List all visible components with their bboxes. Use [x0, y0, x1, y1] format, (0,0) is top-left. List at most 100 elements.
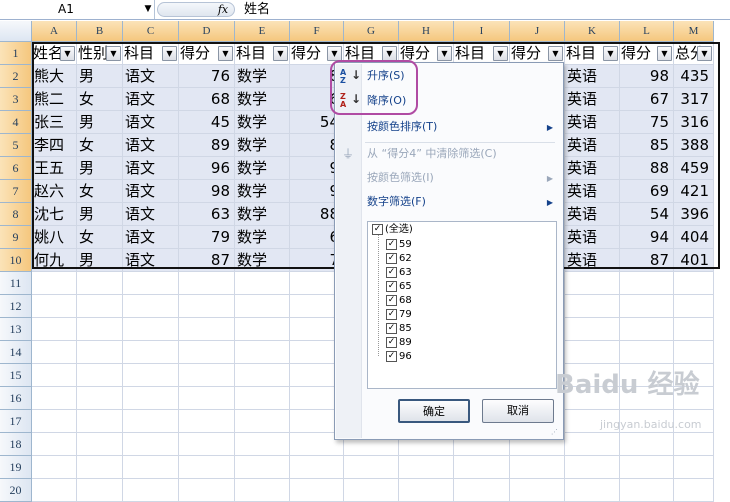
- empty-cell[interactable]: [77, 318, 123, 341]
- table-cell[interactable]: 88: [620, 157, 674, 180]
- table-cell[interactable]: 数学: [235, 157, 290, 180]
- table-cell[interactable]: 401: [674, 249, 714, 272]
- table-cell[interactable]: 数学: [235, 65, 290, 88]
- table-cell[interactable]: 女: [77, 226, 123, 249]
- empty-cell[interactable]: [620, 456, 674, 479]
- empty-cell[interactable]: [123, 272, 179, 295]
- empty-cell[interactable]: [235, 341, 290, 364]
- empty-cell[interactable]: [674, 295, 714, 318]
- filter-dropdown-icon[interactable]: ▼: [548, 46, 563, 61]
- column-header-h[interactable]: H: [399, 21, 454, 42]
- table-cell[interactable]: 数学: [235, 180, 290, 203]
- empty-cell[interactable]: [77, 433, 123, 456]
- empty-cell[interactable]: [179, 341, 235, 364]
- empty-cell[interactable]: [77, 295, 123, 318]
- table-cell[interactable]: 54: [620, 203, 674, 226]
- empty-cell[interactable]: [674, 479, 714, 502]
- table-cell[interactable]: 96: [179, 157, 235, 180]
- value-checkbox-row[interactable]: ✓ 85: [386, 322, 412, 336]
- table-cell[interactable]: 英语: [565, 134, 620, 157]
- empty-cell[interactable]: [399, 479, 454, 502]
- name-box[interactable]: A1: [0, 0, 155, 19]
- table-cell[interactable]: 语文: [123, 203, 179, 226]
- empty-cell[interactable]: [620, 295, 674, 318]
- cancel-button[interactable]: 取消: [482, 399, 554, 423]
- row-header-14[interactable]: 14: [0, 341, 32, 364]
- table-cell[interactable]: 英语: [565, 157, 620, 180]
- empty-cell[interactable]: [179, 479, 235, 502]
- empty-cell[interactable]: [179, 433, 235, 456]
- column-header-m[interactable]: M: [674, 21, 714, 42]
- value-checkbox-row[interactable]: ✓ 68: [386, 294, 412, 308]
- empty-cell[interactable]: [77, 364, 123, 387]
- column-header-j[interactable]: J: [510, 21, 565, 42]
- table-cell[interactable]: 语文: [123, 157, 179, 180]
- row-header-7[interactable]: 7: [0, 180, 32, 203]
- empty-cell[interactable]: [32, 318, 77, 341]
- table-cell[interactable]: 63: [179, 203, 235, 226]
- table-cell[interactable]: 数学: [235, 226, 290, 249]
- table-cell[interactable]: 75: [620, 111, 674, 134]
- empty-cell[interactable]: [344, 456, 399, 479]
- table-cell[interactable]: 87: [179, 249, 235, 272]
- empty-cell[interactable]: [235, 364, 290, 387]
- value-checkbox-row[interactable]: ✓ 96: [386, 350, 412, 364]
- table-cell[interactable]: 459: [674, 157, 714, 180]
- table-cell[interactable]: 语文: [123, 65, 179, 88]
- table-cell[interactable]: 316: [674, 111, 714, 134]
- row-header-16[interactable]: 16: [0, 387, 32, 410]
- filter-dropdown-icon[interactable]: ▼: [327, 46, 342, 61]
- empty-cell[interactable]: [454, 479, 510, 502]
- empty-cell[interactable]: [179, 364, 235, 387]
- empty-cell[interactable]: [32, 272, 77, 295]
- row-header-6[interactable]: 6: [0, 157, 32, 180]
- empty-cell[interactable]: [32, 433, 77, 456]
- empty-cell[interactable]: [179, 295, 235, 318]
- row-header-8[interactable]: 8: [0, 203, 32, 226]
- row-header-19[interactable]: 19: [0, 456, 32, 479]
- empty-cell[interactable]: [123, 318, 179, 341]
- select-all-corner[interactable]: [0, 21, 32, 42]
- filter-dropdown-icon[interactable]: ▼: [493, 46, 508, 61]
- table-cell[interactable]: 英语: [565, 226, 620, 249]
- table-cell[interactable]: 68: [179, 88, 235, 111]
- empty-cell[interactable]: [235, 433, 290, 456]
- table-cell[interactable]: 435: [674, 65, 714, 88]
- table-cell[interactable]: 英语: [565, 203, 620, 226]
- empty-cell[interactable]: [77, 387, 123, 410]
- table-cell[interactable]: 语文: [123, 134, 179, 157]
- empty-cell[interactable]: [565, 341, 620, 364]
- chevron-down-icon[interactable]: ▼: [142, 0, 154, 19]
- empty-cell[interactable]: [179, 410, 235, 433]
- row-header-1[interactable]: 1: [0, 42, 32, 65]
- table-cell[interactable]: 语文: [123, 249, 179, 272]
- row-header-13[interactable]: 13: [0, 318, 32, 341]
- value-checkbox-row[interactable]: ✓ 89: [386, 336, 412, 350]
- table-cell[interactable]: 数学: [235, 203, 290, 226]
- column-header-e[interactable]: E: [235, 21, 290, 42]
- value-checkbox-row[interactable]: ✓ 79: [386, 308, 412, 322]
- filter-dropdown-icon[interactable]: ▼: [218, 46, 233, 61]
- row-header-4[interactable]: 4: [0, 111, 32, 134]
- empty-cell[interactable]: [77, 479, 123, 502]
- empty-cell[interactable]: [620, 341, 674, 364]
- number-filter-item[interactable]: 数字筛选(F): [367, 191, 426, 213]
- value-checkbox-row[interactable]: ✓ 65: [386, 280, 412, 294]
- empty-cell[interactable]: [77, 410, 123, 433]
- row-header-18[interactable]: 18: [0, 433, 32, 456]
- row-header-17[interactable]: 17: [0, 410, 32, 433]
- table-cell[interactable]: 85: [620, 134, 674, 157]
- row-header-11[interactable]: 11: [0, 272, 32, 295]
- table-cell[interactable]: 45: [179, 111, 235, 134]
- empty-cell[interactable]: [32, 387, 77, 410]
- column-header-a[interactable]: A: [32, 21, 77, 42]
- table-cell[interactable]: 语文: [123, 88, 179, 111]
- column-header-b[interactable]: B: [77, 21, 123, 42]
- empty-cell[interactable]: [235, 318, 290, 341]
- empty-cell[interactable]: [565, 456, 620, 479]
- table-cell[interactable]: 404: [674, 226, 714, 249]
- empty-cell[interactable]: [290, 456, 344, 479]
- table-cell[interactable]: 女: [77, 134, 123, 157]
- empty-cell[interactable]: [565, 479, 620, 502]
- empty-cell[interactable]: [235, 272, 290, 295]
